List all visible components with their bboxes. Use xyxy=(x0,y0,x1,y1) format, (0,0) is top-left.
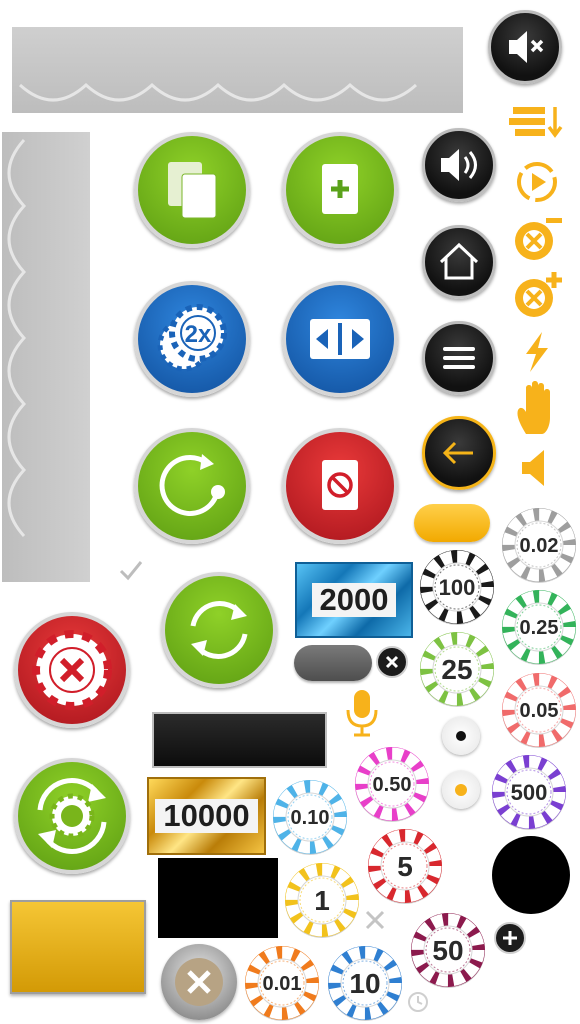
chip-label: 50 xyxy=(432,935,463,966)
scalloped-banner-vertical xyxy=(2,132,90,582)
chip-label: 500 xyxy=(511,780,548,805)
home-icon xyxy=(439,242,479,280)
hand-stop-icon xyxy=(514,380,560,436)
card-front-icon xyxy=(181,173,217,219)
clear-bets-button[interactable] xyxy=(14,612,130,728)
clock-icon xyxy=(406,990,430,1014)
hamburger-icon xyxy=(443,347,475,369)
dark-panel xyxy=(152,712,327,768)
chip-5[interactable]: 5 xyxy=(366,827,444,905)
chip-25[interactable]: 25 xyxy=(418,630,496,708)
scalloped-banner-horizontal xyxy=(12,27,463,113)
silver-close-button[interactable] xyxy=(161,944,237,1020)
toggle-pill[interactable] xyxy=(294,645,372,681)
sound-button[interactable] xyxy=(422,128,496,202)
black-circle xyxy=(492,836,570,914)
chip-500[interactable]: 500 xyxy=(490,753,568,831)
chip-0.10[interactable]: 0.10 xyxy=(271,778,349,856)
speaker-small-icon xyxy=(520,446,552,490)
refresh-button[interactable] xyxy=(161,572,277,688)
orange-pill-button[interactable] xyxy=(414,504,490,542)
back-button[interactable] xyxy=(422,416,496,490)
chip-label: 0.05 xyxy=(520,700,559,722)
chip-0.05[interactable]: 0.05 xyxy=(500,671,578,749)
plaque-10000: 10000 xyxy=(147,777,266,855)
autoplay-icon xyxy=(512,157,562,207)
chip-label: 0.50 xyxy=(373,774,412,796)
chip-label: 100 xyxy=(439,575,476,600)
plaque-10000-label: 10000 xyxy=(155,799,258,833)
small-close-button[interactable] xyxy=(376,646,408,678)
chip-0.25[interactable]: 0.25 xyxy=(500,588,578,666)
split-cards-button[interactable] xyxy=(134,132,250,248)
speaker-icon xyxy=(441,149,459,181)
chip-0.50[interactable]: 0.50 xyxy=(353,745,431,823)
chip-label: 0.01 xyxy=(263,973,302,995)
checkmark-icon xyxy=(118,558,144,582)
radio-on[interactable] xyxy=(442,771,480,809)
chip-10[interactable]: 10 xyxy=(326,944,404,1022)
gold-button[interactable] xyxy=(10,900,146,994)
plaque-2000: 2000 xyxy=(295,562,413,638)
menu-button[interactable] xyxy=(422,321,496,395)
sort-down-icon xyxy=(507,103,567,143)
double-down-button[interactable]: 2x xyxy=(134,281,250,397)
chip-label: 5 xyxy=(397,851,413,882)
chip-minus-icon xyxy=(512,214,564,264)
chip-plus-icon xyxy=(512,270,564,320)
arrow-left-icon xyxy=(442,441,473,465)
rebet-chip-button[interactable] xyxy=(14,758,130,874)
chip-50[interactable]: 50 xyxy=(409,911,487,989)
double-label: 2x xyxy=(185,321,212,348)
home-button[interactable] xyxy=(422,225,496,299)
radio-off[interactable] xyxy=(442,717,480,755)
stand-button[interactable] xyxy=(282,428,398,544)
chip-100[interactable]: 100 xyxy=(418,548,496,626)
rebet-button[interactable] xyxy=(134,428,250,544)
add-button[interactable] xyxy=(494,922,526,954)
speaker-muted-icon xyxy=(509,31,527,63)
chip-label: 0.02 xyxy=(520,535,559,557)
chip-1[interactable]: 1 xyxy=(283,861,361,939)
chip-label: 10 xyxy=(349,968,380,999)
chip-label: 0.25 xyxy=(520,617,559,639)
chip-0.02[interactable]: 0.02 xyxy=(500,506,578,584)
lightning-icon xyxy=(520,330,554,374)
chip-0.01[interactable]: 0.01 xyxy=(243,944,321,1022)
plaque-2000-label: 2000 xyxy=(311,583,397,617)
mute-button[interactable] xyxy=(488,10,562,84)
swap-button[interactable] xyxy=(282,281,398,397)
microphone-icon xyxy=(344,688,380,738)
chip-label: 1 xyxy=(314,885,330,916)
chip-label: 25 xyxy=(441,654,472,685)
chip-label: 0.10 xyxy=(291,807,330,829)
black-panel xyxy=(158,858,278,938)
hit-button[interactable] xyxy=(282,132,398,248)
gray-close-icon xyxy=(363,908,387,932)
